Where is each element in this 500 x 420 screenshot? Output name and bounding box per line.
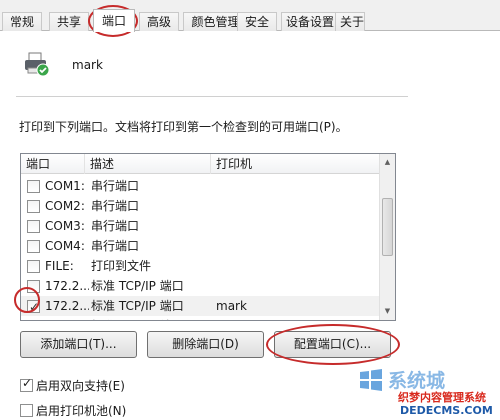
scroll-down-icon[interactable]: ▼ [383,307,392,316]
port-checkbox[interactable] [27,200,40,213]
port-name: COM1: [45,179,85,193]
port-desc: 标准 TCP/IP 端口 [91,299,184,313]
port-name: 172.2... [45,299,89,313]
port-name: COM4: [45,239,85,253]
column-printer[interactable]: 打印机 [211,154,380,174]
port-desc: 串行端口 [91,219,140,233]
port-checkbox[interactable] [27,280,40,293]
port-desc: 串行端口 [91,179,140,193]
port-checkbox[interactable] [27,180,40,193]
printer-name: mark [72,58,103,72]
port-row[interactable]: 172.2... 标准 TCP/IP 端口 [21,276,380,296]
port-printer: mark [216,299,247,313]
port-printer: RICOH MP 2553 PCL 6 [216,316,376,320]
bidirectional-checkbox[interactable] [20,376,33,392]
port-row[interactable]: COM3: 串行端口 [21,216,380,236]
port-name: COM3: [45,219,85,233]
port-name: 172.2... [45,279,89,293]
port-row[interactable]: 172.2...标准 TCP/IP 端口 mark [21,296,380,317]
port-row[interactable]: COM4: 串行端口 [21,236,380,256]
port-name: FILE: [45,259,74,273]
scroll-thumb[interactable] [382,198,393,256]
tab-security[interactable]: 安全 [237,12,277,31]
port-checkbox[interactable] [27,297,40,317]
port-checkbox[interactable] [27,220,40,233]
watermark-line3: DEDECMS.COM [400,404,493,417]
windows-logo-icon [360,369,382,391]
divider [16,96,408,97]
column-description[interactable]: 描述 [85,154,211,174]
port-list[interactable]: 端口 描述 打印机 COM1: 串行端口 COM2: 串行端口 COM3: 串行端口 COM… [20,153,396,321]
bidirectional-label: 启用双向支持(E) [36,379,125,393]
tab-device-settings[interactable]: 设备设置 [281,12,336,31]
port-description: 打印到下列端口。文档将打印到第一个检查到的可用端口(P)。 [19,120,348,134]
port-row[interactable]: FILE: 打印到文件 [21,256,380,276]
bidirectional-option[interactable]: 启用双向支持(E) [20,376,125,394]
pooling-checkbox[interactable] [20,404,33,417]
port-checkbox[interactable] [27,320,40,321]
port-list-scrollbar[interactable]: ▲ ▼ [379,154,395,320]
port-name: IP_172... [45,316,89,320]
add-port-button[interactable]: 添加端口(T)... [20,331,137,358]
tab-advanced[interactable]: 高级 [139,12,179,31]
port-desc: 串行端口 [91,239,140,253]
scroll-up-icon[interactable]: ▲ [383,158,392,167]
port-desc: 标准 TCP/IP 端口 [91,316,211,320]
column-port[interactable]: 端口 [21,154,85,174]
port-desc: 打印到文件 [91,259,152,273]
port-row[interactable]: COM2: 串行端口 [21,196,380,216]
port-row[interactable]: COM1: 串行端口 [21,176,380,196]
port-row[interactable]: IP_172...标准 TCP/IP 端口 RICOH MP 2553 PCL 6 [21,316,380,321]
tab-sharing[interactable]: 共享 [49,12,89,31]
tab-about[interactable]: 关于 [335,12,365,31]
delete-port-button[interactable]: 删除端口(D) [147,331,264,358]
tab-general[interactable]: 常规 [2,12,42,31]
port-checkbox[interactable] [27,260,40,273]
tab-ports[interactable]: 端口 [93,9,135,32]
printer-icon [25,52,50,77]
configure-port-button[interactable]: 配置端口(C)... [274,331,391,358]
watermark-line2: 织梦内容管理系统 [398,391,486,404]
pooling-option[interactable]: 启用打印机池(N) [20,402,126,419]
port-name: COM2: [45,199,85,213]
port-desc: 串行端口 [91,199,140,213]
port-desc: 标准 TCP/IP 端口 [91,279,184,293]
tab-strip: 常规 共享 端口 高级 颜色管理 安全 设备设置 关于 [0,0,500,32]
port-list-header: 端口 描述 打印机 [21,154,380,174]
port-checkbox[interactable] [27,240,40,253]
pooling-label: 启用打印机池(N) [36,404,127,418]
